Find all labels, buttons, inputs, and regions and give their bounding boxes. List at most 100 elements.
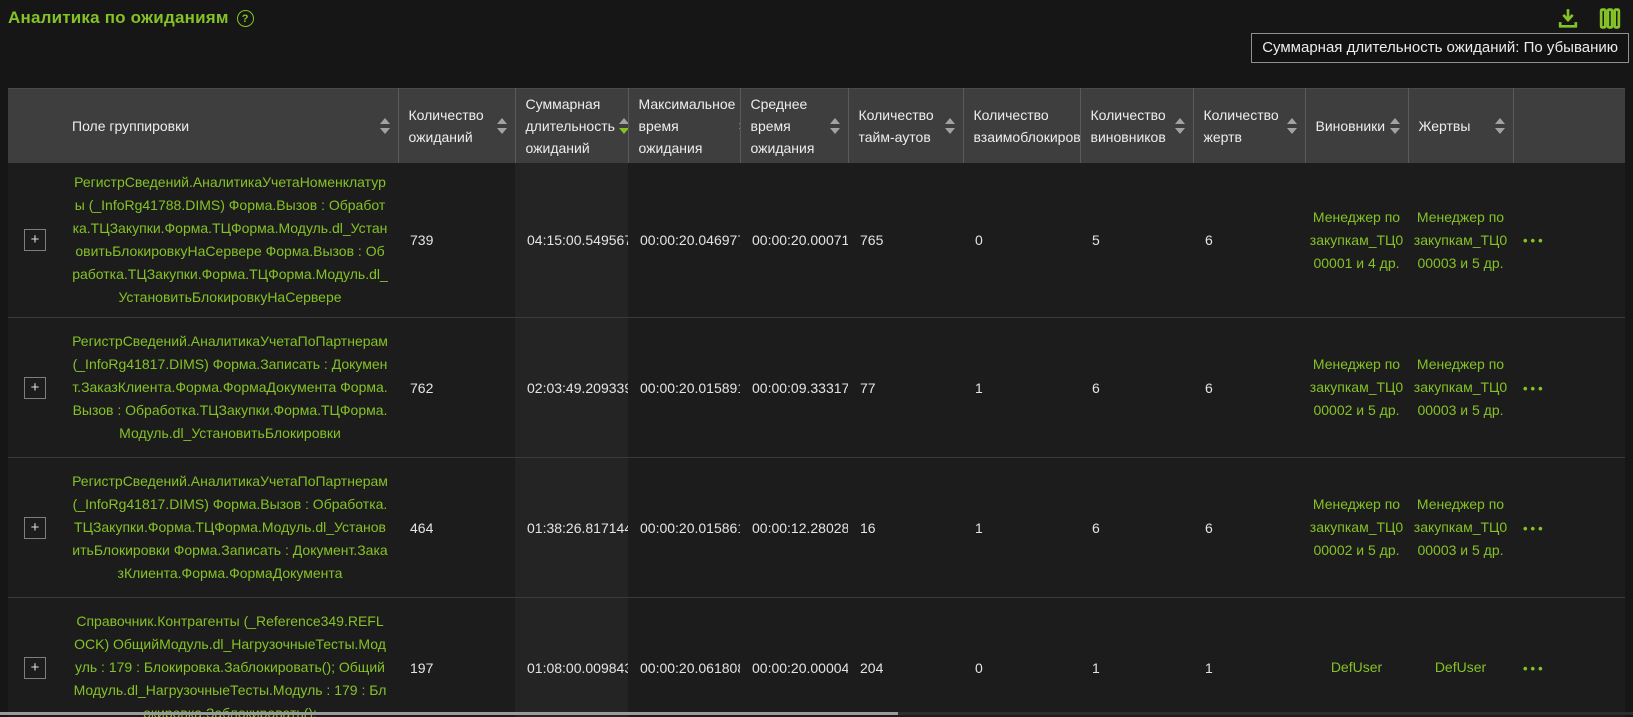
total-duration-cell: 02:03:49.209339 — [515, 318, 628, 458]
victims-count-cell: 6 — [1193, 458, 1305, 598]
column-header-label: Виновники — [1316, 115, 1386, 137]
waits-count-cell: 762 — [398, 318, 515, 458]
timeouts-count-cell: 77 — [848, 318, 963, 458]
horizontal-scrollbar[interactable] — [0, 712, 1633, 715]
sort-icon — [945, 118, 957, 134]
waits-analytics-table: Поле группировки Количество ожиданий Сум… — [8, 88, 1625, 717]
download-button[interactable] — [1555, 6, 1581, 31]
culprits-link[interactable]: DefUser — [1331, 656, 1382, 679]
table-row: + РегистрСведений.АналитикаУчетаПоПартне… — [8, 458, 1625, 598]
victims-count-cell: 6 — [1193, 318, 1305, 458]
page-title: Аналитика по ожиданиям — [8, 8, 229, 28]
row-more-button[interactable]: ••• — [1523, 661, 1546, 676]
sort-icon — [380, 118, 392, 134]
column-header-total-duration[interactable]: Суммарная длительность ожиданий — [515, 89, 628, 164]
table-row: + РегистрСведений.АналитикаУчетаНоменкла… — [8, 163, 1625, 318]
column-header-victims[interactable]: Жертвы — [1408, 89, 1513, 164]
toolbar-icons — [1555, 6, 1623, 31]
avg-wait-cell: 00:00:12.280285 — [740, 458, 848, 598]
table-row: + РегистрСведений.АналитикаУчетаПоПартне… — [8, 318, 1625, 458]
column-header-waits-count[interactable]: Количество ожиданий — [398, 89, 515, 164]
max-wait-cell: 00:00:20.046977 — [628, 163, 740, 318]
scrollbar-thumb[interactable] — [0, 712, 898, 715]
avg-wait-cell: 00:00:20.000048 — [740, 598, 848, 717]
column-header-culprits[interactable]: Виновники — [1305, 89, 1408, 164]
download-icon — [1555, 6, 1581, 31]
table-header-row: Поле группировки Количество ожиданий Сум… — [8, 89, 1625, 164]
timeouts-count-cell: 16 — [848, 458, 963, 598]
grouping-field-cell: Справочник.Контрагенты (_Reference349.RE… — [62, 598, 398, 717]
column-header-max-wait[interactable]: Максимальное время ожидания — [628, 89, 740, 164]
culprits-count-cell: 6 — [1080, 318, 1193, 458]
column-header-victims-count[interactable]: Количество жертв — [1193, 89, 1305, 164]
sort-icon — [1390, 118, 1402, 134]
victims-link[interactable]: Менеджер по закупкам_ТЦ000003 и 5 др. — [1412, 353, 1509, 422]
row-more-button[interactable]: ••• — [1523, 233, 1546, 248]
row-more-button[interactable]: ••• — [1523, 521, 1546, 536]
grouping-field-cell: РегистрСведений.АналитикаУчетаПоПартнера… — [62, 318, 398, 458]
columns-button[interactable] — [1597, 6, 1623, 31]
timeouts-count-cell: 765 — [848, 163, 963, 318]
grouping-field-cell: РегистрСведений.АналитикаУчетаНоменклату… — [62, 163, 398, 318]
victims-link[interactable]: Менеджер по закупкам_ТЦ000003 и 5 др. — [1412, 206, 1509, 275]
victims-link[interactable]: DefUser — [1435, 656, 1486, 679]
victims-link[interactable]: Менеджер по закупкам_ТЦ000003 и 5 др. — [1412, 493, 1509, 562]
sort-icon — [497, 118, 509, 134]
max-wait-cell: 00:00:20.015891 — [628, 318, 740, 458]
expand-row-button[interactable]: + — [24, 657, 46, 679]
column-header-label: Количество ожиданий — [409, 104, 493, 148]
expand-row-button[interactable]: + — [24, 517, 46, 539]
sort-desc-icon — [619, 118, 628, 134]
row-more-button[interactable]: ••• — [1523, 381, 1546, 396]
column-header-grouping-field[interactable]: Поле группировки — [8, 89, 398, 164]
grouping-field-cell: РегистрСведений.АналитикаУчетаПоПартнера… — [62, 458, 398, 598]
total-duration-cell: 01:08:00.009843 — [515, 598, 628, 717]
victims-count-cell: 6 — [1193, 163, 1305, 318]
sort-icon — [1175, 118, 1187, 134]
columns-icon — [1597, 6, 1623, 31]
waits-count-cell: 197 — [398, 598, 515, 717]
max-wait-cell: 00:00:20.061808 — [628, 598, 740, 717]
timeouts-count-cell: 204 — [848, 598, 963, 717]
sort-icon — [830, 118, 842, 134]
column-header-deadlocks-count[interactable]: Количество взаимоблокировок — [963, 89, 1080, 164]
sort-icon — [1495, 118, 1507, 134]
column-header-timeouts-count[interactable]: Количество тайм-аутов — [848, 89, 963, 164]
deadlocks-count-cell: 1 — [963, 318, 1080, 458]
waits-count-cell: 739 — [398, 163, 515, 318]
table-row: + Справочник.Контрагенты (_Reference349.… — [8, 598, 1625, 717]
deadlocks-count-cell: 1 — [963, 458, 1080, 598]
culprits-count-cell: 5 — [1080, 163, 1193, 318]
column-header-label: Максимальное время ожидания — [639, 93, 736, 159]
expand-row-button[interactable]: + — [24, 229, 46, 251]
deadlocks-count-cell: 0 — [963, 598, 1080, 717]
culprits-count-cell: 1 — [1080, 598, 1193, 717]
column-header-label: Количество жертв — [1204, 104, 1283, 148]
top-bar: Аналитика по ожиданиям ? — [0, 0, 1633, 32]
column-header-label: Среднее время ожидания — [751, 93, 826, 159]
culprits-count-cell: 6 — [1080, 458, 1193, 598]
total-duration-cell: 01:38:26.817144 — [515, 458, 628, 598]
culprits-link[interactable]: Менеджер по закупкам_ТЦ000001 и 4 др. — [1309, 206, 1404, 275]
column-header-avg-wait[interactable]: Среднее время ожидания — [740, 89, 848, 164]
expand-row-button[interactable]: + — [24, 377, 46, 399]
culprits-link[interactable]: Менеджер по закупкам_ТЦ000002 и 5 др. — [1309, 493, 1404, 562]
column-header-actions — [1513, 89, 1625, 164]
avg-wait-cell: 00:00:20.000718 — [740, 163, 848, 318]
sort-icon — [1287, 118, 1299, 134]
victims-count-cell: 1 — [1193, 598, 1305, 717]
column-header-label: Количество взаимоблокировок — [974, 104, 1081, 148]
avg-wait-cell: 00:00:09.333177 — [740, 318, 848, 458]
column-header-label: Количество тайм-аутов — [859, 104, 941, 148]
column-header-label: Жертвы — [1419, 115, 1471, 137]
total-duration-cell: 04:15:00.549567 — [515, 163, 628, 318]
help-icon[interactable]: ? — [237, 10, 254, 27]
culprits-link[interactable]: Менеджер по закупкам_ТЦ000002 и 5 др. — [1309, 353, 1404, 422]
sort-status-tooltip: Суммарная длительность ожиданий: По убыв… — [1251, 33, 1629, 63]
column-header-culprits-count[interactable]: Количество виновников — [1080, 89, 1193, 164]
column-header-label: Суммарная длительность ожиданий — [526, 93, 615, 159]
column-header-label: Поле группировки — [72, 115, 189, 137]
waits-count-cell: 464 — [398, 458, 515, 598]
max-wait-cell: 00:00:20.015861 — [628, 458, 740, 598]
deadlocks-count-cell: 0 — [963, 163, 1080, 318]
